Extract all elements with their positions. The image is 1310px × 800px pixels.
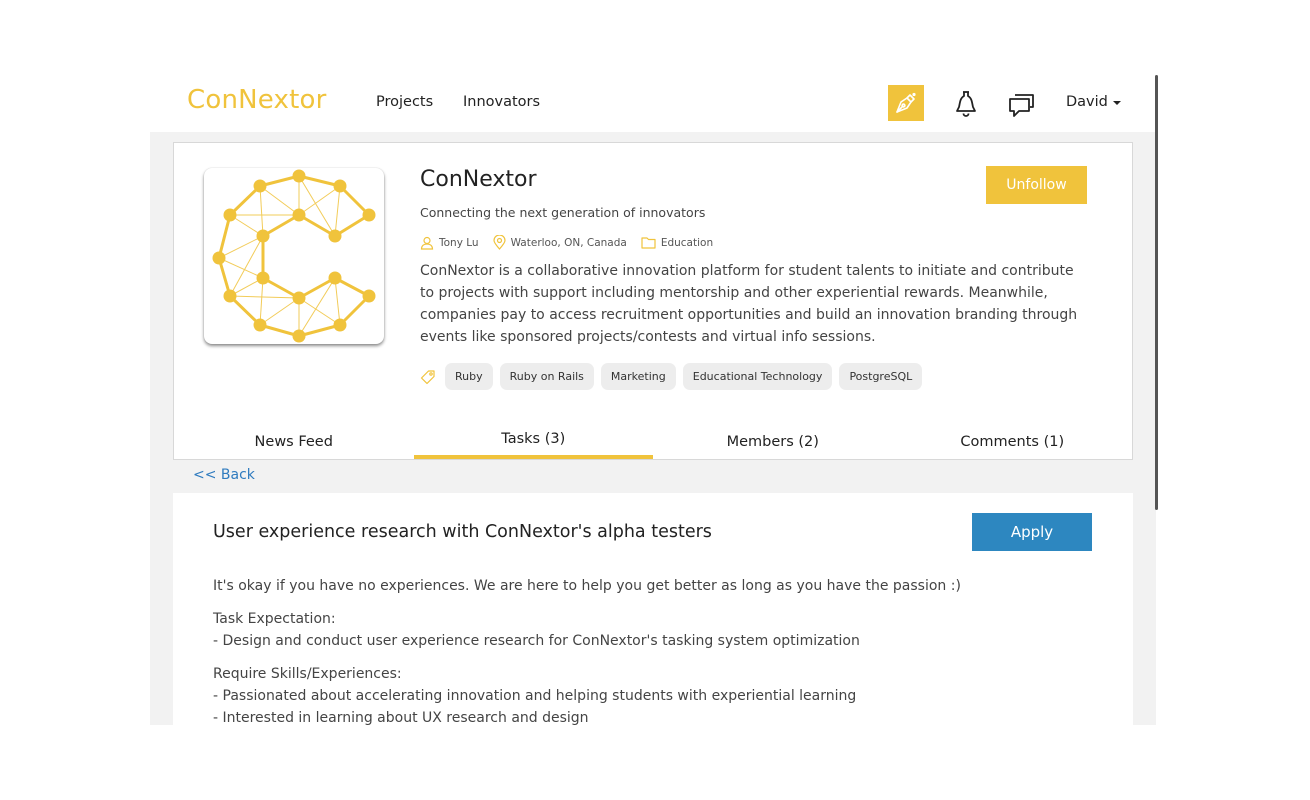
page-scrollbar[interactable]	[1155, 75, 1158, 510]
apply-button[interactable]: Apply	[972, 513, 1092, 551]
skills-heading: Require Skills/Experiences:	[213, 666, 402, 682]
map-pin-icon	[492, 235, 506, 250]
folder-icon	[641, 237, 656, 249]
user-icon	[420, 236, 434, 250]
tag-chip[interactable]: Ruby	[445, 363, 493, 390]
pen-nib-icon	[896, 92, 916, 113]
tag-icon	[420, 369, 435, 384]
tab-members[interactable]: Members (2)	[653, 422, 893, 459]
tag-chip[interactable]: Ruby on Rails	[499, 363, 594, 390]
task-expectation: Task Expectation: - Design and conduct u…	[213, 608, 1093, 652]
category-text: Education	[660, 236, 714, 249]
project-title: ConNextor	[420, 167, 537, 192]
task-intro: It's okay if you have no experiences. We…	[213, 578, 961, 594]
skills-item: - Passionated about accelerating innovat…	[213, 688, 857, 704]
user-name: David	[1066, 94, 1108, 110]
skills-item: - Interested in learning about UX resear…	[213, 710, 589, 725]
project-logo	[204, 168, 384, 344]
bell-icon	[956, 91, 976, 117]
messages-button[interactable]	[1008, 90, 1036, 118]
chat-bubbles-icon	[1009, 94, 1034, 117]
tag-chip[interactable]: Marketing	[600, 363, 676, 390]
tag-chip[interactable]: Educational Technology	[682, 363, 833, 390]
task-title: User experience research with ConNextor'…	[213, 522, 712, 542]
tag-chip[interactable]: PostgreSQL	[839, 363, 923, 390]
tab-comments[interactable]: Comments (1)	[893, 422, 1133, 459]
project-owner[interactable]: Tony Lu	[420, 236, 479, 250]
brand-logo[interactable]: ConNextor	[187, 85, 327, 115]
expectation-item: - Design and conduct user experience res…	[213, 633, 860, 649]
notifications-button[interactable]	[954, 89, 978, 117]
task-detail-panel: User experience research with ConNextor'…	[173, 493, 1133, 725]
nav-innovators-link[interactable]: Innovators	[463, 94, 540, 110]
app-window: ConNextor Projects Innovators David ConN…	[150, 75, 1156, 725]
user-menu-dropdown[interactable]: David	[1066, 94, 1121, 110]
nav-projects-link[interactable]: Projects	[376, 94, 433, 110]
project-meta: Tony Lu Waterloo, ON, Canada Education	[420, 235, 727, 250]
top-navigation-bar: ConNextor Projects Innovators David	[150, 75, 1156, 132]
project-tagline: Connecting the next generation of innova…	[420, 205, 706, 220]
tab-news-feed[interactable]: News Feed	[174, 422, 414, 459]
task-skills: Require Skills/Experiences: - Passionate…	[213, 663, 1093, 725]
project-location: Waterloo, ON, Canada	[492, 235, 627, 250]
project-category: Education	[641, 236, 713, 249]
expectation-heading: Task Expectation:	[213, 611, 336, 627]
connextor-logo-icon	[212, 169, 376, 343]
project-header-card: ConNextor Connecting the next generation…	[173, 142, 1133, 460]
unfollow-button[interactable]: Unfollow	[986, 166, 1087, 204]
project-description: ConNextor is a collaborative innovation …	[420, 263, 1078, 345]
location-text: Waterloo, ON, Canada	[510, 236, 627, 249]
create-project-button[interactable]	[888, 85, 924, 121]
owner-name: Tony Lu	[439, 236, 479, 249]
project-tabs: News Feed Tasks (3) Members (2) Comments…	[174, 422, 1132, 459]
tab-tasks[interactable]: Tasks (3)	[413, 422, 654, 459]
back-link[interactable]: << Back	[193, 467, 255, 483]
skill-tags: Ruby Ruby on Rails Marketing Educational…	[420, 363, 923, 390]
chevron-down-icon	[1112, 100, 1121, 105]
task-description: It's okay if you have no experiences. We…	[213, 575, 1093, 725]
